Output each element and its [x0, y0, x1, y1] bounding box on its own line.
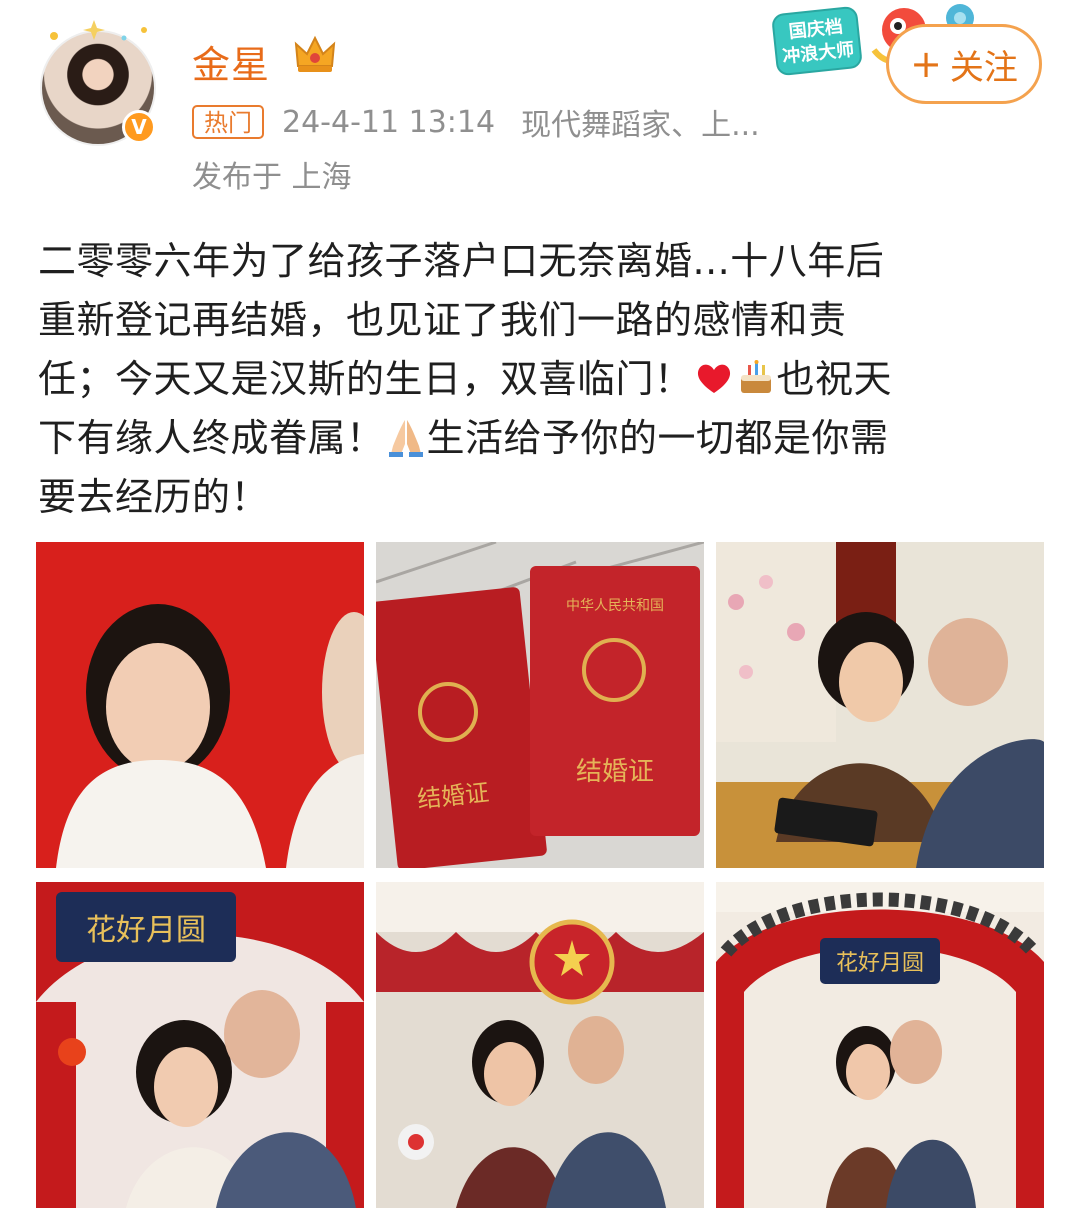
post-body: 二零零六年为了给孩子落户口无奈离婚...十八年后 重新登记再结婚，也见证了我们一…	[38, 232, 1048, 527]
hot-badge[interactable]: 热门	[192, 105, 264, 139]
follow-label: 关注	[949, 47, 1018, 88]
photo-marriage-certificates[interactable]: 结婚证 中华人民共和国 结婚证	[376, 542, 704, 868]
post-line: 二零零六年为了给孩子落户口无奈离婚...十八年后	[38, 239, 885, 283]
avatar-container[interactable]: V	[40, 20, 156, 146]
birthday-cake-icon	[740, 359, 771, 393]
post-source: 现代舞蹈家、上...	[521, 108, 760, 143]
post-line: 任；今天又是汉斯的生日，双喜临门！ 也祝天	[38, 350, 1048, 409]
photo-arch-couple[interactable]: 花好月圆	[36, 882, 364, 1208]
post-header: V 金星 热门 24-4-11 13:14 现代舞蹈家、上... 发布于 上海 …	[0, 0, 1080, 210]
crown-icon	[294, 35, 336, 72]
arch-sign: 花好月圆	[836, 951, 924, 976]
promo-badge: 国庆档 冲浪大师	[770, 5, 864, 77]
arch-sign: 花好月圆	[86, 913, 206, 948]
post-text-segment: 生活给予你的一切都是你需	[426, 416, 889, 460]
post-timestamp: 24-4-11 13:14	[282, 104, 496, 140]
post-line: 要去经历的！	[38, 475, 270, 519]
certificate-title: 结婚证	[576, 757, 654, 787]
post-text-segment: 下有缘人终成眷属！	[38, 416, 385, 460]
praying-hands-icon	[388, 419, 423, 457]
post-text-segment: 也祝天	[776, 357, 893, 401]
post-meta: 热门 24-4-11 13:14 现代舞蹈家、上...	[192, 102, 760, 143]
certificate-header: 中华人民共和国	[566, 598, 664, 614]
follow-button[interactable]: + 关注	[886, 24, 1042, 104]
post-text-segment: 任；今天又是汉斯的生日，双喜临门！	[38, 357, 693, 401]
plus-icon: +	[910, 42, 942, 86]
post-location: 发布于 上海	[192, 160, 352, 195]
photo-portrait[interactable]	[36, 542, 364, 868]
avatar-sparkle-icon	[50, 20, 147, 41]
heart-icon	[697, 364, 730, 393]
photo-registry-office[interactable]	[376, 882, 704, 1208]
post-line: 重新登记再结婚，也见证了我们一路的感情和责	[38, 298, 847, 342]
verified-icon: V	[122, 110, 156, 144]
username[interactable]: 金星	[192, 34, 270, 89]
photo-arch-portrait[interactable]: 花好月圆	[716, 882, 1044, 1208]
post-line: 下有缘人终成眷属！ 生活给予你的一切都是你需	[38, 409, 1048, 468]
photo-signing[interactable]	[716, 542, 1044, 868]
